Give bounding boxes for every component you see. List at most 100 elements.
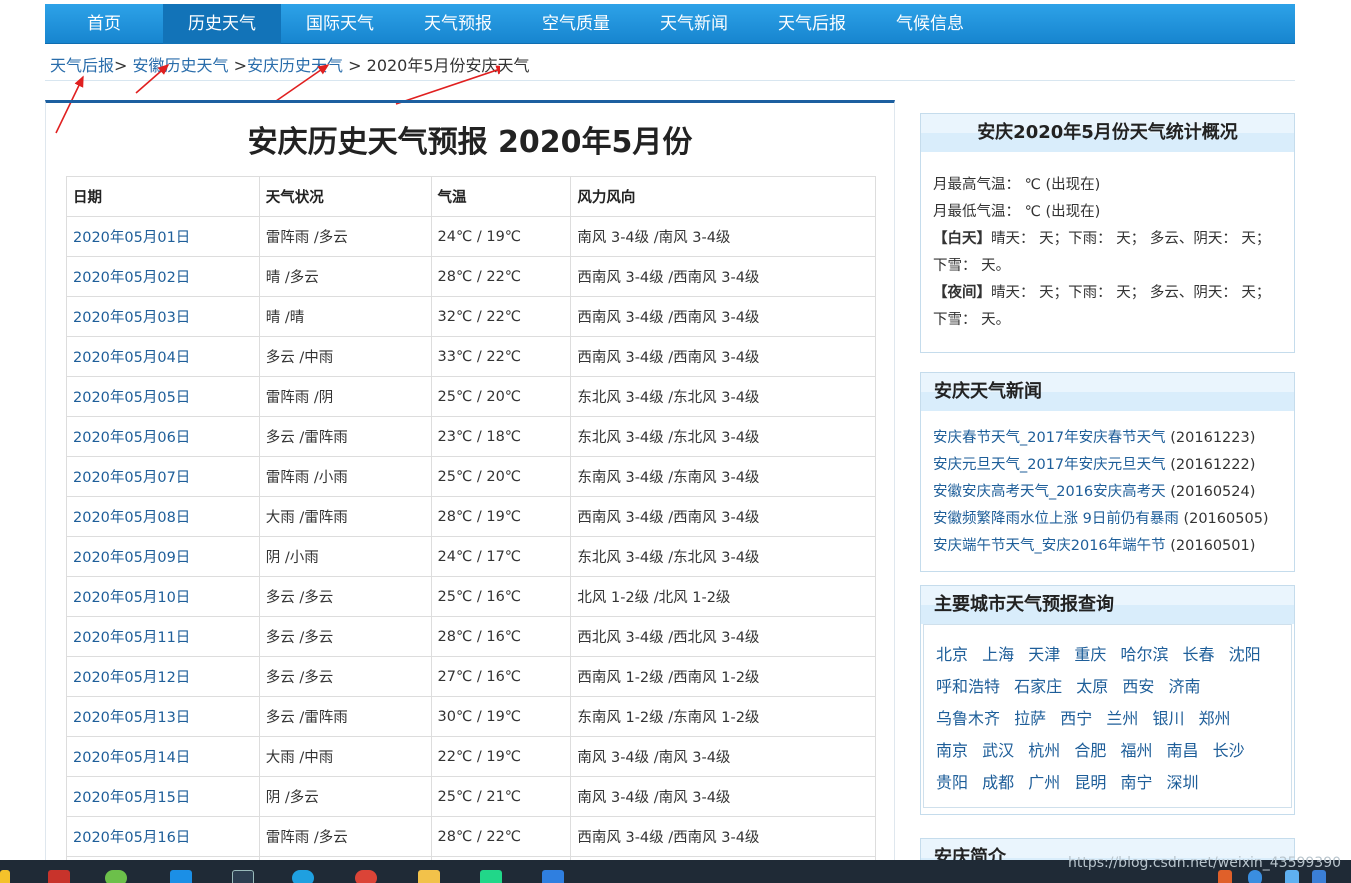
city-link[interactable]: 长春: [1183, 645, 1215, 664]
edge-icon[interactable]: [292, 870, 314, 883]
tray-icon[interactable]: [1285, 870, 1299, 883]
city-link[interactable]: 深圳: [1167, 773, 1199, 792]
news-date: (20160505): [1183, 511, 1269, 527]
city-forecast-box: 主要城市天气预报查询 北京 上海 天津 重庆 哈尔滨 长春 沈阳 呼和浩特 石家…: [920, 585, 1295, 815]
date-link[interactable]: 2020年05月06日: [73, 430, 190, 446]
cities-title: 主要城市天气预报查询: [921, 586, 1294, 624]
nav-item-0[interactable]: 首页: [45, 4, 163, 44]
city-link[interactable]: 福州: [1120, 741, 1152, 760]
nav-item-4[interactable]: 空气质量: [517, 4, 635, 44]
terminal-icon[interactable]: [232, 870, 254, 883]
nav-item-7[interactable]: 气候信息: [871, 4, 989, 44]
table-row: 2020年05月10日 多云 /多云 25℃ / 16℃ 北风 1-2级 /北风 1-…: [66, 576, 876, 617]
city-link[interactable]: 沈阳: [1229, 645, 1261, 664]
date-link[interactable]: 2020年05月04日: [73, 350, 190, 366]
date-link[interactable]: 2020年05月16日: [73, 830, 190, 846]
city-link[interactable]: 上海: [982, 645, 1014, 664]
city-link[interactable]: 西安: [1122, 677, 1154, 696]
city-link[interactable]: 贵阳: [936, 773, 968, 792]
cell-date: 2020年05月12日: [66, 656, 260, 697]
city-link[interactable]: 北京: [936, 645, 968, 664]
city-link[interactable]: 兰州: [1106, 709, 1138, 728]
city-link[interactable]: 长沙: [1213, 741, 1245, 760]
cell-condition: 阴 /多云: [258, 776, 432, 817]
city-link[interactable]: 昆明: [1074, 773, 1106, 792]
nav-item-5[interactable]: 天气新闻: [635, 4, 753, 44]
city-link[interactable]: 呼和浩特: [936, 677, 1000, 696]
chrome-icon[interactable]: [355, 870, 377, 883]
date-link[interactable]: 2020年05月15日: [73, 790, 190, 806]
city-link[interactable]: 济南: [1168, 677, 1200, 696]
city-link[interactable]: 武汉: [982, 741, 1014, 760]
nav-item-2[interactable]: 国际天气: [281, 4, 399, 44]
city-link[interactable]: 成都: [982, 773, 1014, 792]
date-link[interactable]: 2020年05月12日: [73, 670, 190, 686]
breadcrumb-link-anhui-history[interactable]: 安徽历史天气: [133, 56, 229, 75]
city-link[interactable]: 太原: [1076, 677, 1108, 696]
cell-date: 2020年05月11日: [66, 616, 260, 657]
city-link[interactable]: 乌鲁木齐: [936, 709, 1000, 728]
city-link[interactable]: 广州: [1028, 773, 1060, 792]
city-link[interactable]: 哈尔滨: [1120, 645, 1168, 664]
news-link[interactable]: 安庆元旦天气_2017年安庆元旦天气: [933, 457, 1166, 473]
folder-icon[interactable]: [0, 870, 10, 883]
date-link[interactable]: 2020年05月05日: [73, 390, 190, 406]
date-link[interactable]: 2020年05月07日: [73, 470, 190, 486]
cell-condition: 多云 /多云: [258, 656, 432, 697]
news-link[interactable]: 安庆端午节天气_安庆2016年端午节: [933, 538, 1166, 554]
city-link[interactable]: 拉萨: [1014, 709, 1046, 728]
weather-history-table: 日期 天气状况 气温 风力风向 2020年05月01日 雷阵雨 /多云 24℃ / …: [66, 176, 876, 883]
city-link[interactable]: 合肥: [1074, 741, 1106, 760]
news-date: (20161223): [1170, 430, 1256, 446]
news-link[interactable]: 安徽频繁降雨水位上涨 9日前仍有暴雨: [933, 511, 1179, 527]
app-icon[interactable]: [170, 870, 192, 883]
city-link[interactable]: 郑州: [1199, 709, 1231, 728]
stats-night: 【夜间】晴天： 天；下雨： 天； 多云、阴天： 天；下雪： 天。: [933, 280, 1282, 334]
tray-icon[interactable]: [1248, 870, 1262, 883]
date-link[interactable]: 2020年05月09日: [73, 550, 190, 566]
city-link[interactable]: 银川: [1152, 709, 1184, 728]
date-link[interactable]: 2020年05月13日: [73, 710, 190, 726]
news-link[interactable]: 安庆春节天气_2017年安庆春节天气: [933, 430, 1166, 446]
city-link[interactable]: 重庆: [1074, 645, 1106, 664]
cell-condition: 多云 /中雨: [258, 336, 432, 377]
table-row: 2020年05月06日 多云 /雷阵雨 23℃ / 18℃ 东北风 3-4级 /东北风…: [66, 416, 876, 457]
nav-item-1[interactable]: 历史天气: [163, 4, 281, 44]
page-title: 安庆历史天气预报 2020年5月份: [247, 125, 693, 160]
date-link[interactable]: 2020年05月03日: [73, 310, 190, 326]
cell-date: 2020年05月04日: [66, 336, 260, 377]
column-header-temperature: 气温: [430, 176, 572, 217]
city-link[interactable]: 石家庄: [1014, 677, 1062, 696]
app-icon[interactable]: [48, 870, 70, 883]
stats-day-label: 【白天】: [933, 231, 991, 247]
news-link[interactable]: 安徽安庆高考天气_2016安庆高考天: [933, 484, 1166, 500]
date-link[interactable]: 2020年05月02日: [73, 270, 190, 286]
cell-wind: 东南风 3-4级 /东南风 3-4级: [570, 456, 876, 497]
wechat-icon[interactable]: [105, 870, 127, 883]
cell-temperature: 25℃ / 20℃: [430, 456, 572, 497]
pycharm-icon[interactable]: [480, 870, 502, 883]
table-row: 2020年05月11日 多云 /多云 28℃ / 16℃ 西北风 3-4级 /西北风 …: [66, 616, 876, 657]
breadcrumb-link-anqing-history[interactable]: 安庆历史天气: [247, 56, 343, 75]
tray-icon[interactable]: [1218, 870, 1232, 883]
date-link[interactable]: 2020年05月11日: [73, 630, 190, 646]
nav-item-3[interactable]: 天气预报: [399, 4, 517, 44]
date-link[interactable]: 2020年05月01日: [73, 230, 190, 246]
city-link[interactable]: 南京: [936, 741, 968, 760]
nav-item-6[interactable]: 天气后报: [753, 4, 871, 44]
file-explorer-icon[interactable]: [418, 870, 440, 883]
city-link[interactable]: 天津: [1028, 645, 1060, 664]
breadcrumb-link-weather-report[interactable]: 天气后报: [50, 56, 114, 75]
breadcrumb-divider: [45, 80, 1295, 81]
app-icon[interactable]: [542, 870, 564, 883]
city-link[interactable]: 西宁: [1060, 709, 1092, 728]
date-link[interactable]: 2020年05月10日: [73, 590, 190, 606]
cell-wind: 西南风 3-4级 /西南风 3-4级: [570, 816, 876, 857]
news-title: 安庆天气新闻: [921, 373, 1294, 411]
city-link[interactable]: 杭州: [1028, 741, 1060, 760]
date-link[interactable]: 2020年05月08日: [73, 510, 190, 526]
tray-icon[interactable]: [1312, 870, 1326, 883]
city-link[interactable]: 南昌: [1167, 741, 1199, 760]
city-link[interactable]: 南宁: [1120, 773, 1152, 792]
date-link[interactable]: 2020年05月14日: [73, 750, 190, 766]
